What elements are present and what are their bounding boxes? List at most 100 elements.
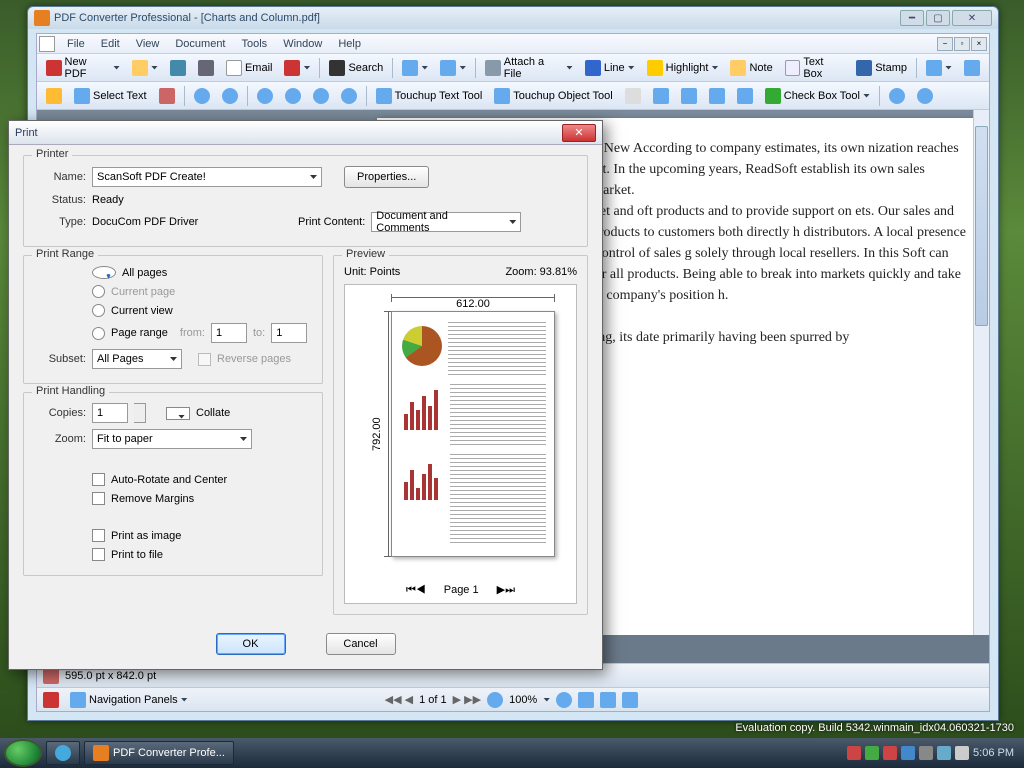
zoom-dyn[interactable] [336, 85, 362, 107]
to-input[interactable]: 1 [271, 323, 307, 343]
first-page-icon[interactable]: ⏮◀ [406, 584, 426, 597]
menu-window[interactable]: Window [275, 38, 330, 50]
radio-all-pages[interactable] [92, 266, 116, 279]
tool-d[interactable] [959, 57, 985, 79]
taskbar-ie[interactable] [46, 741, 80, 765]
mdi-restore[interactable]: ▫ [954, 37, 970, 51]
menu-help[interactable]: Help [330, 38, 369, 50]
attach-file-button[interactable]: Attach a File [480, 57, 578, 79]
pdf-button[interactable] [279, 57, 315, 79]
printer-name-select[interactable]: ScanSoft PDF Create! [92, 167, 322, 187]
note-button[interactable]: Note [725, 57, 777, 79]
menu-document[interactable]: Document [167, 38, 233, 50]
tool-a[interactable] [397, 57, 433, 79]
cancel-button[interactable]: Cancel [326, 633, 396, 655]
radio-current-view[interactable] [92, 304, 105, 317]
mdi-close[interactable]: × [971, 37, 987, 51]
network-icon[interactable] [937, 746, 951, 760]
form-b[interactable] [676, 85, 702, 107]
dialog-title-bar[interactable]: Print ✕ [9, 121, 602, 145]
save-button[interactable] [165, 57, 191, 79]
dialog-close-button[interactable]: ✕ [562, 124, 596, 142]
reverse-check[interactable] [198, 353, 211, 366]
close-button[interactable]: ✕ [952, 10, 992, 26]
clock[interactable]: 5:06 PM [973, 747, 1014, 759]
menu-view[interactable]: View [128, 38, 168, 50]
checkbox-tool-button[interactable]: Check Box Tool [760, 85, 875, 107]
subset-select[interactable]: All Pages [92, 349, 182, 369]
fit-visible-icon[interactable] [622, 692, 638, 708]
stamp-button[interactable]: Stamp [851, 57, 912, 79]
new-pdf-button[interactable]: New PDF [41, 57, 125, 79]
asimage-check[interactable] [92, 529, 105, 542]
ok-button[interactable]: OK [216, 633, 286, 655]
radio-current-page[interactable] [92, 285, 105, 298]
properties-button[interactable]: Properties... [344, 166, 429, 188]
collate-check[interactable] [166, 407, 190, 420]
form-c[interactable] [704, 85, 730, 107]
nav-panels-button[interactable]: Navigation Panels [65, 689, 193, 711]
menu-file[interactable]: File [59, 38, 93, 50]
scrollbar-thumb[interactable] [975, 126, 988, 326]
minimize-button[interactable]: ━ [900, 10, 924, 26]
zoom-select[interactable]: Fit to paper [92, 429, 252, 449]
dialog-footer: OK Cancel [23, 633, 588, 655]
cancel-label: Cancel [343, 638, 377, 650]
email-button[interactable]: Email [221, 57, 278, 79]
line-button[interactable]: Line [580, 57, 640, 79]
zoom-marquee[interactable] [308, 85, 334, 107]
autorotate-check[interactable] [92, 473, 105, 486]
mdi-minimize[interactable]: − [937, 37, 953, 51]
tool-b[interactable] [435, 57, 471, 79]
margins-check[interactable] [92, 492, 105, 505]
zoom-in[interactable] [252, 85, 278, 107]
tofile-check[interactable] [92, 548, 105, 561]
zoom-out[interactable] [280, 85, 306, 107]
title-bar[interactable]: PDF Converter Professional - [Charts and… [28, 7, 998, 29]
snapshot-tool[interactable] [154, 85, 180, 107]
form-d[interactable] [732, 85, 758, 107]
nav-icon[interactable] [43, 692, 59, 708]
taskbar-app[interactable]: PDF Converter Profe... [84, 741, 234, 765]
zoom-in-icon[interactable] [556, 692, 572, 708]
hand-tool[interactable] [41, 85, 67, 107]
last-page-icon[interactable]: ▶⏭ [497, 583, 515, 597]
maximize-button[interactable]: ▢ [926, 10, 950, 26]
touchup-object-button[interactable]: Touchup Object Tool [489, 85, 617, 107]
chevron-down-icon[interactable] [543, 698, 550, 702]
nav-fwd[interactable] [217, 85, 243, 107]
arrow-tool[interactable] [620, 85, 646, 107]
from-input[interactable]: 1 [211, 323, 247, 343]
touchup-text-button[interactable]: Touchup Text Tool [371, 85, 488, 107]
fit-page-icon[interactable] [600, 692, 616, 708]
print-button[interactable] [193, 57, 219, 79]
rotate-cw[interactable] [912, 85, 938, 107]
zoom-out-icon[interactable] [487, 692, 503, 708]
to-label: to: [253, 327, 265, 339]
vertical-scrollbar[interactable] [973, 110, 989, 663]
select-text-button[interactable]: Select Text [69, 85, 152, 107]
radio-page-range[interactable] [92, 327, 105, 340]
tray-icon[interactable] [901, 746, 915, 760]
start-button[interactable] [4, 739, 42, 767]
margins-label: Remove Margins [111, 493, 194, 505]
rotate-ccw[interactable] [884, 85, 910, 107]
textbox-button[interactable]: Text Box [780, 57, 849, 79]
menu-edit[interactable]: Edit [93, 38, 128, 50]
copies-spinner[interactable] [134, 403, 146, 423]
search-button[interactable]: Search [324, 57, 388, 79]
highlight-button[interactable]: Highlight [642, 57, 724, 79]
tool-c[interactable] [921, 57, 957, 79]
nav-back[interactable] [189, 85, 215, 107]
volume-icon[interactable] [955, 746, 969, 760]
form-a[interactable] [648, 85, 674, 107]
open-button[interactable] [127, 57, 163, 79]
tray-icon[interactable] [919, 746, 933, 760]
tray-icon[interactable] [847, 746, 861, 760]
tray-icon[interactable] [883, 746, 897, 760]
print-content-select[interactable]: Document and Comments [371, 212, 521, 232]
copies-input[interactable]: 1 [92, 403, 128, 423]
fit-width-icon[interactable] [578, 692, 594, 708]
tray-icon[interactable] [865, 746, 879, 760]
menu-tools[interactable]: Tools [234, 38, 276, 50]
